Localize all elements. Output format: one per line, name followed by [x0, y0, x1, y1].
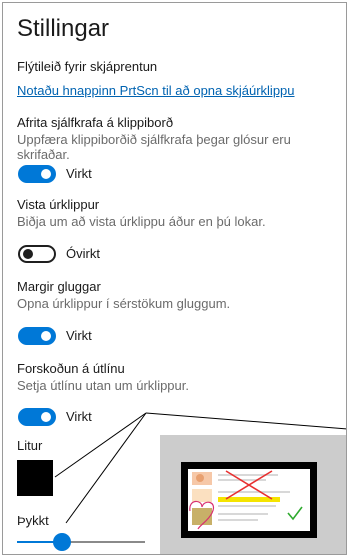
multiple-windows-state: Virkt: [66, 328, 92, 343]
save-snips-toggle[interactable]: [18, 245, 56, 263]
toggle-knob: [23, 249, 33, 259]
slider-thumb[interactable]: [52, 533, 71, 551]
print-screen-heading: Flýtileið fyrir skjáprentun: [17, 59, 158, 74]
outline-label: Forskoðun á útlínu: [17, 361, 125, 376]
color-label: Litur: [17, 438, 43, 453]
multiple-windows-label: Margir gluggar: [17, 279, 101, 294]
outline-description: Setja útlínu utan um úrklippur.: [17, 378, 189, 393]
save-snips-label: Vista úrklippur: [17, 197, 100, 212]
outline-preview: [160, 435, 346, 554]
thickness-label: Þykkt: [17, 513, 49, 528]
toggle-knob: [41, 331, 51, 341]
auto-copy-state: Virkt: [66, 166, 92, 181]
save-snips-state: Óvirkt: [66, 246, 100, 261]
multiple-windows-description: Opna úrklippur í sérstökum gluggum.: [17, 296, 231, 311]
preview-snip-illustration: [188, 469, 310, 531]
preview-snip-image: [188, 469, 310, 531]
page-title: Stillingar: [17, 15, 110, 42]
save-snips-description: Biðja um að vista úrklippu áður en þú lo…: [17, 214, 266, 229]
auto-copy-description: Uppfæra klippiborðið sjálfkrafa þegar gl…: [17, 132, 291, 162]
toggle-knob: [41, 412, 51, 422]
toggle-knob: [41, 169, 51, 179]
outline-state: Virkt: [66, 409, 92, 424]
settings-panel: Stillingar Flýtileið fyrir skjáprentun N…: [2, 2, 347, 555]
outline-toggle[interactable]: [18, 408, 56, 426]
auto-copy-toggle[interactable]: [18, 165, 56, 183]
thickness-slider[interactable]: [17, 531, 145, 553]
multiple-windows-toggle[interactable]: [18, 327, 56, 345]
preview-screen-outline: [181, 462, 317, 538]
color-swatch[interactable]: [17, 460, 53, 496]
print-screen-link[interactable]: Notaðu hnappinn PrtScn til að opna skjáú…: [17, 83, 295, 98]
auto-copy-label: Afrita sjálfkrafa á klippiborð: [17, 115, 174, 130]
